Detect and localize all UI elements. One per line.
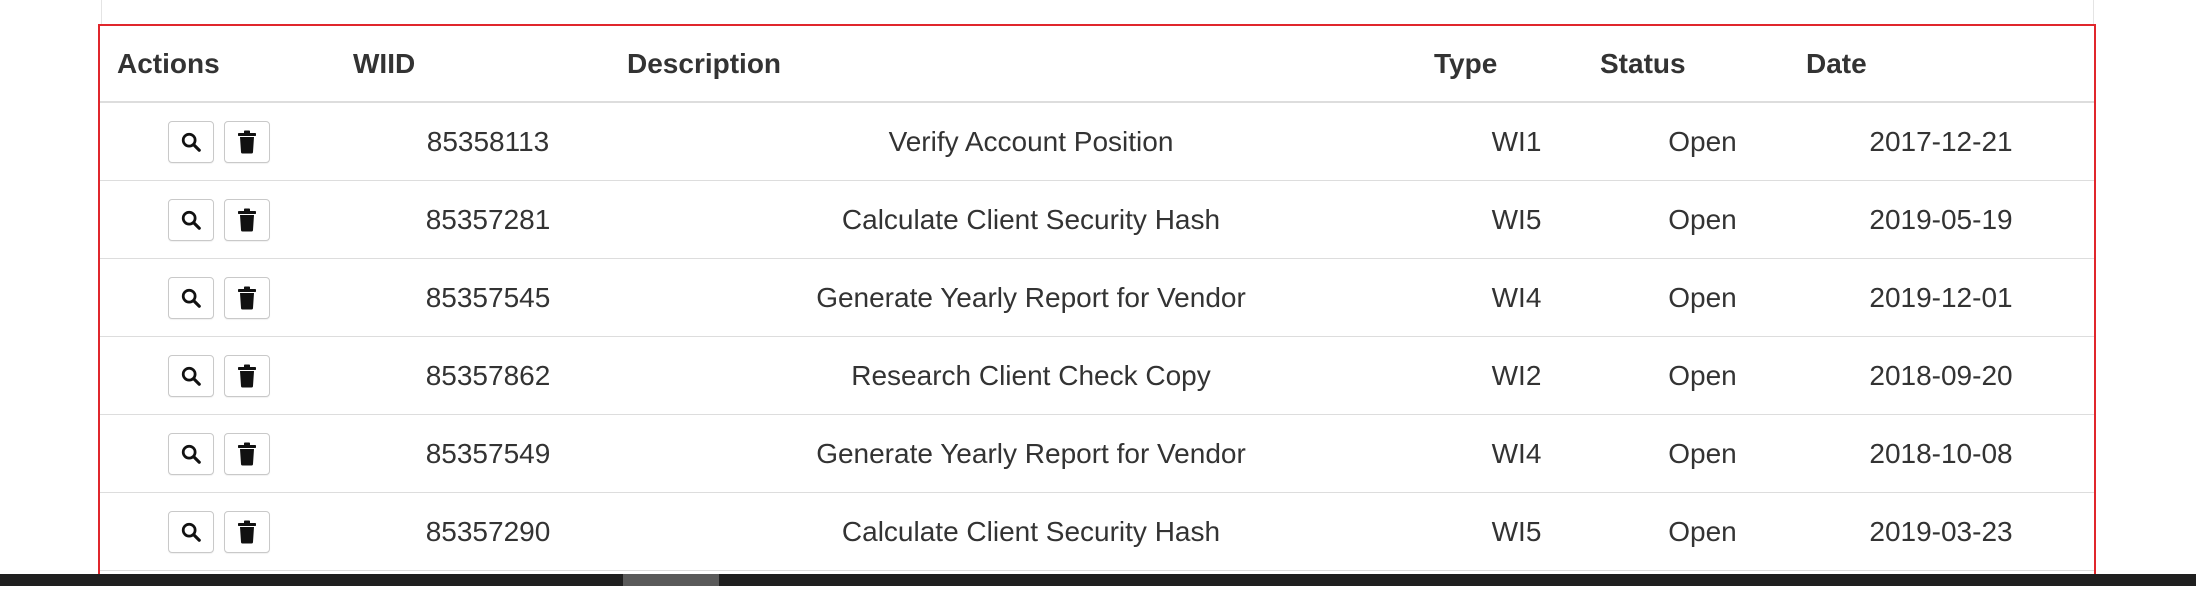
trash-icon bbox=[237, 130, 257, 154]
cell-type: WI5 bbox=[1491, 515, 1542, 547]
trash-icon bbox=[237, 442, 257, 466]
trash-icon bbox=[237, 208, 257, 232]
row-actions bbox=[168, 181, 270, 258]
column-header-date[interactable]: Date bbox=[1806, 26, 2076, 101]
cell-status: Open bbox=[1668, 515, 1737, 547]
search-icon bbox=[180, 521, 202, 543]
view-button[interactable] bbox=[168, 120, 214, 163]
cell-type: WI4 bbox=[1491, 281, 1542, 313]
search-icon bbox=[180, 287, 202, 309]
table-row: 85357862 Research Client Check Copy WI2 Ope… bbox=[100, 337, 2094, 415]
trash-icon bbox=[237, 286, 257, 310]
cell-type: WI5 bbox=[1491, 203, 1542, 235]
cell-wiid: 85358113 bbox=[426, 125, 550, 157]
cell-wiid: 85357281 bbox=[425, 203, 551, 235]
cell-status: Open bbox=[1668, 125, 1737, 157]
trash-icon bbox=[237, 520, 257, 544]
cell-description: Calculate Client Security Hash bbox=[841, 203, 1221, 235]
cell-description: Generate Yearly Report for Vendor bbox=[816, 437, 1246, 469]
cell-date: 2017-12-21 bbox=[1869, 125, 2013, 157]
container-edge bbox=[2093, 0, 2094, 25]
container-edge bbox=[101, 0, 102, 25]
cell-type: WI1 bbox=[1491, 125, 1542, 157]
view-button[interactable] bbox=[168, 198, 214, 241]
row-actions bbox=[168, 493, 270, 570]
row-actions bbox=[168, 259, 270, 336]
column-header-actions: Actions bbox=[117, 47, 220, 79]
cell-wiid: 85357545 bbox=[425, 281, 551, 313]
horizontal-scrollbar[interactable] bbox=[0, 574, 2196, 586]
search-icon bbox=[180, 443, 202, 465]
delete-button[interactable] bbox=[224, 198, 270, 241]
cell-status: Open bbox=[1668, 437, 1737, 469]
view-button[interactable] bbox=[168, 432, 214, 475]
delete-button[interactable] bbox=[224, 510, 270, 553]
cell-wiid: 85357290 bbox=[425, 515, 551, 547]
cell-description: Verify Account Position bbox=[888, 125, 1174, 157]
cell-status: Open bbox=[1668, 203, 1737, 235]
cell-description: Generate Yearly Report for Vendor bbox=[816, 281, 1246, 313]
work-items-table: Actions WIID Description Type Status Dat… bbox=[98, 24, 2096, 584]
cell-status: Open bbox=[1668, 281, 1737, 313]
table-header-row: Actions WIID Description Type Status Dat… bbox=[100, 26, 2094, 103]
cell-date: 2018-10-08 bbox=[1869, 437, 2013, 469]
table-row: 85357281 Calculate Client Security Hash WI… bbox=[100, 181, 2094, 259]
row-actions bbox=[168, 337, 270, 414]
cell-wiid: 85357549 bbox=[425, 437, 551, 469]
cell-description: Research Client Check Copy bbox=[851, 359, 1211, 391]
view-button[interactable] bbox=[168, 354, 214, 397]
search-icon bbox=[180, 131, 202, 153]
view-button[interactable] bbox=[168, 276, 214, 319]
search-icon bbox=[180, 365, 202, 387]
trash-icon bbox=[237, 364, 257, 388]
table-row: 85357290 Calculate Client Security Hash WI… bbox=[100, 493, 2094, 571]
cell-wiid: 85357862 bbox=[425, 359, 551, 391]
table-row: 85357549 Generate Yearly Report for Vendo… bbox=[100, 415, 2094, 493]
scrollbar-thumb[interactable] bbox=[623, 574, 719, 586]
delete-button[interactable] bbox=[224, 432, 270, 475]
cell-date: 2019-12-01 bbox=[1869, 281, 2013, 313]
delete-button[interactable] bbox=[224, 354, 270, 397]
column-header-description[interactable]: Description bbox=[627, 26, 1435, 101]
table-row: 85358113 Verify Account Position WI1 Open 20… bbox=[100, 103, 2094, 181]
cell-date: 2018-09-20 bbox=[1869, 359, 2013, 391]
cell-type: WI2 bbox=[1491, 359, 1542, 391]
view-button[interactable] bbox=[168, 510, 214, 553]
page: Actions WIID Description Type Status Dat… bbox=[0, 0, 2196, 612]
column-header-wiid[interactable]: WIID bbox=[353, 26, 623, 101]
cell-type: WI4 bbox=[1491, 437, 1542, 469]
table-row: 85357545 Generate Yearly Report for Vendo… bbox=[100, 259, 2094, 337]
delete-button[interactable] bbox=[224, 120, 270, 163]
row-actions bbox=[168, 415, 270, 492]
row-actions bbox=[168, 103, 270, 180]
cell-date: 2019-05-19 bbox=[1869, 203, 2013, 235]
delete-button[interactable] bbox=[224, 276, 270, 319]
cell-description: Calculate Client Security Hash bbox=[841, 515, 1221, 547]
column-header-status[interactable]: Status bbox=[1600, 26, 1805, 101]
cell-date: 2019-03-23 bbox=[1869, 515, 2013, 547]
page-footer-area bbox=[0, 586, 2196, 612]
search-icon bbox=[180, 209, 202, 231]
cell-status: Open bbox=[1668, 359, 1737, 391]
column-header-type[interactable]: Type bbox=[1434, 26, 1599, 101]
